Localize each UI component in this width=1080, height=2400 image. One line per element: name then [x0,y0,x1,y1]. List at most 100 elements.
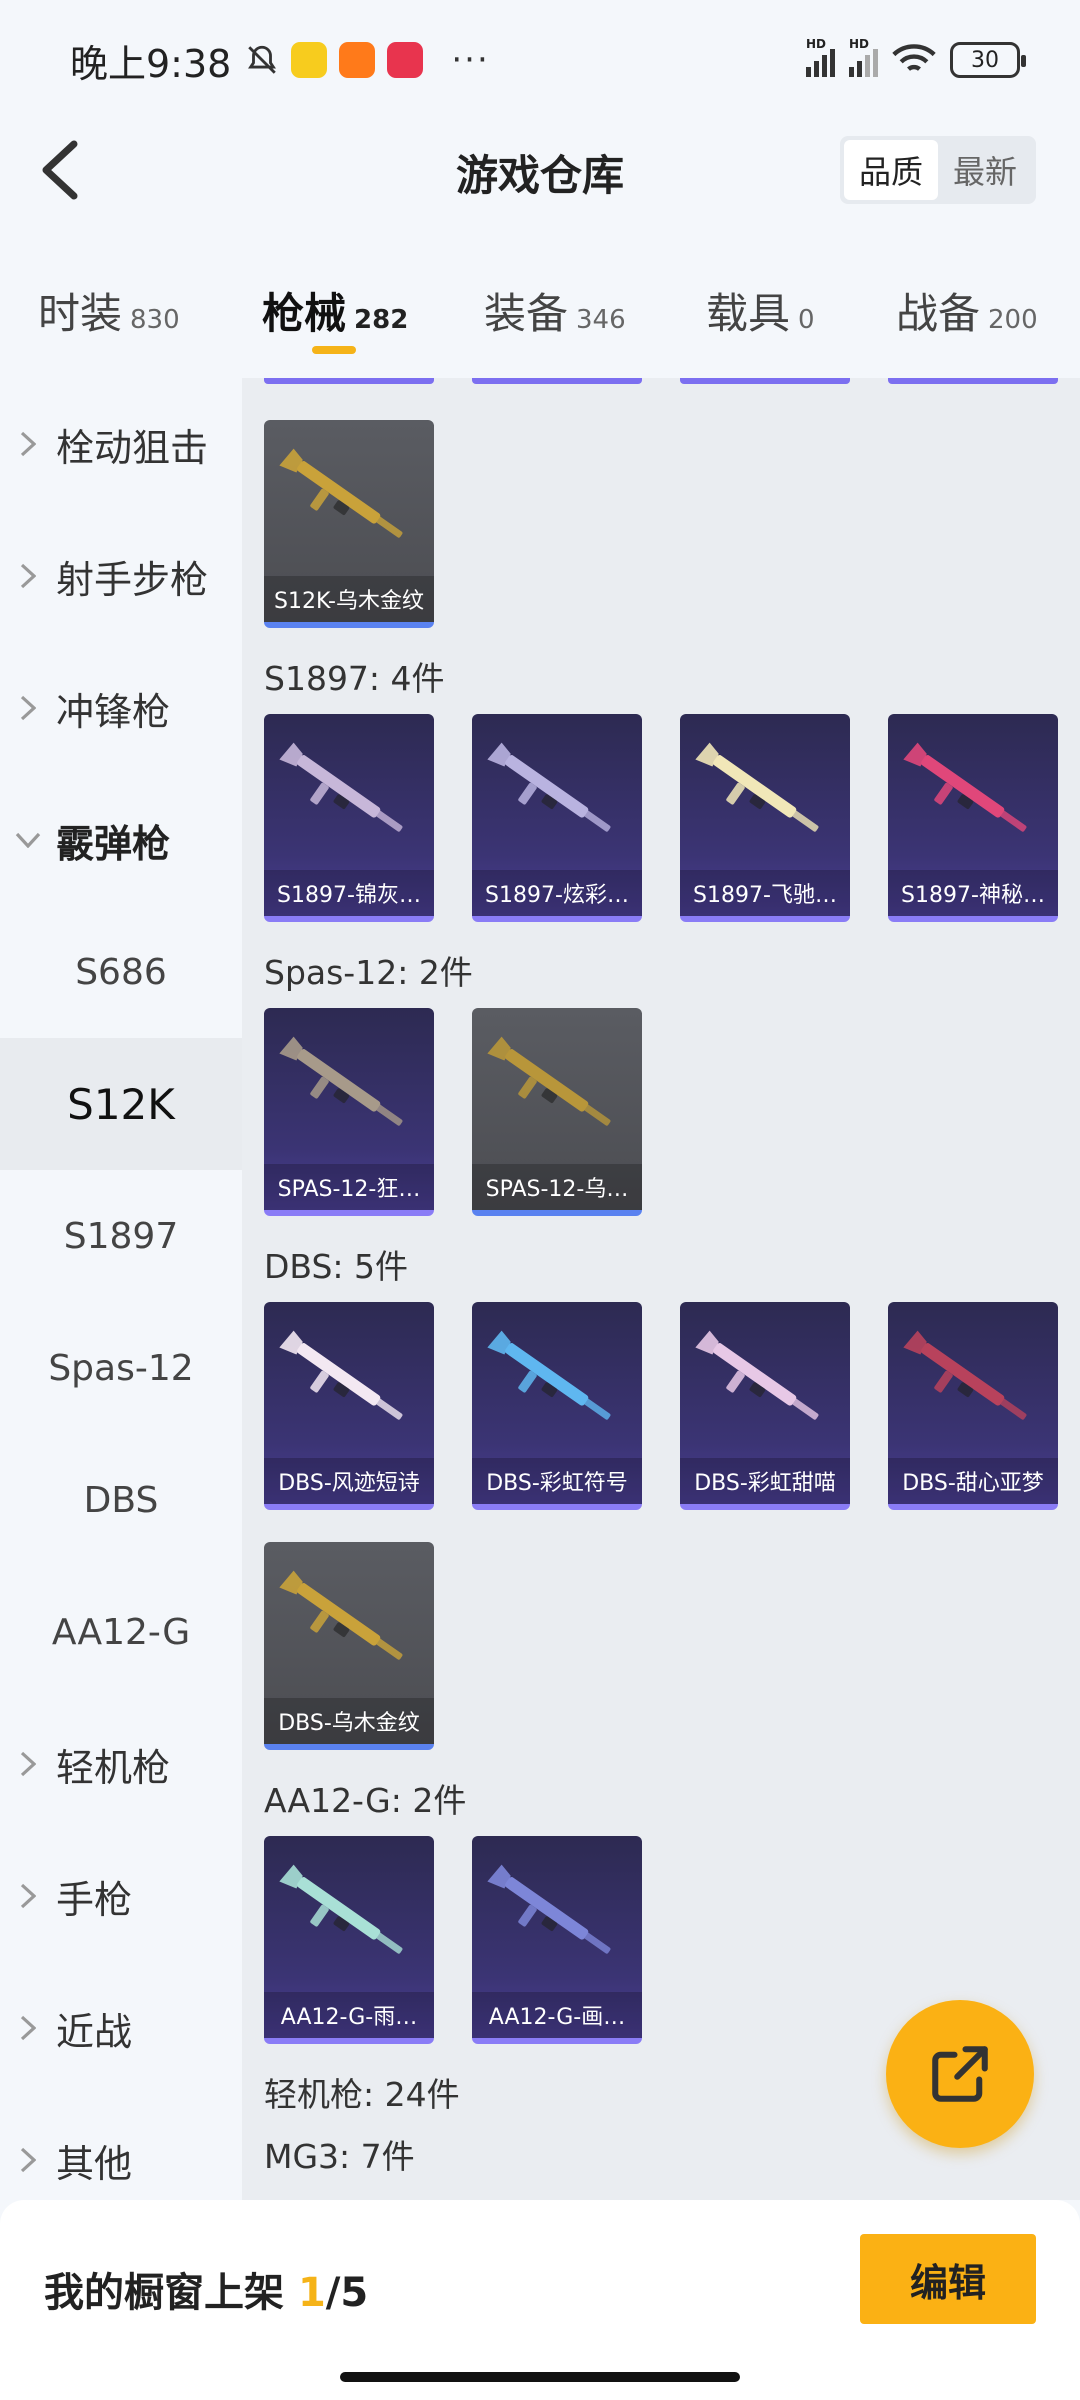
tab-supplies[interactable]: 战备 200 [896,280,1038,341]
weapon-skin-card[interactable]: DBS-乌木金纹 [264,1542,434,1750]
weapon-skin-name-bar: DBS-彩虹符号 [472,1458,642,1504]
weapon-skin-name-bar: DBS-乌木金纹 [264,1698,434,1744]
weapon-skin-card[interactable]: S1897-炫彩… [472,714,642,922]
signal-icon: HD [806,37,835,77]
sidebar-subitem-s686[interactable]: S686 [0,906,242,1038]
app-header: 游戏仓库 品质 最新 [0,120,1080,220]
weapon-skin-name: S1897-锦灰… [277,883,421,908]
group-title: 轻机枪: 24件 [264,2075,460,2114]
tab-count: 0 [798,305,815,335]
sidebar-item-melee[interactable]: 近战 [0,1962,242,2094]
weapon-skin-name: DBS-风迹短诗 [278,1471,420,1496]
weapon-skin-card[interactable]: SPAS-12-乌… [472,1008,642,1216]
weapon-skin-name-bar: S1897-飞驰… [680,870,850,916]
sort-toggle: 品质 最新 [840,136,1036,204]
tab-count: 346 [576,305,626,335]
weapon-skin-name-bar: S12K-乌木金纹 [264,576,434,622]
weapon-skin-card[interactable]: S1897-锦灰… [264,714,434,922]
weapon-skin-card[interactable]: S1897-飞驰… [680,714,850,922]
chevron-right-icon [20,431,36,457]
weapon-skin-card[interactable]: DBS-风迹短诗 [264,1302,434,1510]
app-notification-icon-yellow [291,42,328,78]
weapon-skin-card[interactable]: DBS-彩虹符号 [472,1302,642,1510]
weapon-skin-name: SPAS-12-狂… [277,1177,421,1202]
weapon-skin-name: S1897-飞驰… [693,883,837,908]
weapon-skin-card[interactable]: AA12-G-画… [472,1836,642,2044]
weapon-skin-card[interactable]: SPAS-12-狂… [264,1008,434,1216]
weapon-image-icon [903,1330,1027,1420]
sidebar-item-marksman-rifle[interactable]: 射手步枪 [0,510,242,642]
sidebar-item-pistol[interactable]: 手枪 [0,1830,242,1962]
weapon-image-icon [903,742,1027,832]
battery-icon: 30 [950,42,1026,78]
tab-weapons[interactable]: 枪械 282 [262,280,408,341]
tab-count: 282 [354,305,409,335]
sort-option-quality[interactable]: 品质 [844,140,938,200]
chevron-right-icon [20,1883,36,1909]
sidebar-subitem-aa12g[interactable]: AA12-G [0,1566,242,1698]
status-time: 晚上9:38 [70,41,232,86]
status-system-icons: HD HD 30 [806,37,1026,78]
sidebar-item-label: 射手步枪 [56,557,209,602]
weapon-skin-card[interactable]: S1897-神秘… [888,714,1058,922]
group-title: Spas-12: 2件 [264,953,473,992]
weapon-image-icon [279,448,403,538]
sidebar-subitem-s12k[interactable]: S12K [0,1038,242,1170]
edit-button[interactable]: 编辑 [860,2234,1036,2324]
app-notification-icon-orange [339,42,376,78]
tab-label: 战备 [896,289,981,338]
weapon-image-icon [279,1330,403,1420]
weapon-skin-card[interactable]: S12K-乌木金纹 [264,420,434,628]
weapon-category-sidebar: 栓动狙击 射手步枪 冲锋枪 霰弹枪 S686 S12K S1897 Spas-1… [0,378,242,2200]
weapon-skin-name-bar: DBS-彩虹甜喵 [680,1458,850,1504]
group-title: DBS: 5件 [264,1247,409,1286]
hd-label: HD [849,37,870,51]
sidebar-item-bolt-action-sniper[interactable]: 栓动狙击 [0,378,242,510]
home-indicator[interactable] [340,2372,740,2382]
weapon-image-icon [279,1864,403,1954]
chevron-down-icon [15,832,41,848]
tab-label: 载具 [706,289,791,338]
sidebar-item-lmg[interactable]: 轻机枪 [0,1698,242,1830]
sidebar-item-shotgun[interactable]: 霰弹枪 [0,774,242,906]
weapon-skin-card[interactable]: DBS-彩虹甜喵 [680,1302,850,1510]
tab-fashion[interactable]: 时装 830 [38,280,180,341]
sidebar-item-other[interactable]: 其他 [0,2094,242,2200]
showcase-bar: 我的橱窗上架 1/5 编辑 [0,2200,1080,2400]
group-title: AA12-G: 2件 [264,1781,467,1820]
weapon-skin-card[interactable]: AA12-G-雨… [264,1836,434,2044]
tab-label: 装备 [484,289,569,338]
sidebar-item-smg[interactable]: 冲锋枪 [0,642,242,774]
share-out-icon [932,2046,988,2102]
weapon-skin-name-bar: DBS-甜心亚梦 [888,1458,1058,1504]
sort-option-newest[interactable]: 最新 [938,140,1032,200]
tab-label: 时装 [38,289,123,338]
hd-label: HD [806,37,827,51]
group-title: S1897: 4件 [264,659,445,698]
sidebar-item-label: 栓动狙击 [56,425,209,470]
sidebar-item-label: 近战 [56,2009,133,2054]
tab-vehicles[interactable]: 载具 0 [706,280,815,341]
share-button[interactable] [886,2000,1034,2148]
showcase-total: /5 [325,2270,369,2316]
weapon-skin-name: S1897-神秘… [901,883,1045,908]
sidebar-subitem-s1897[interactable]: S1897 [0,1170,242,1302]
sidebar-item-label: 冲锋枪 [56,689,171,734]
chevron-right-icon [20,2147,36,2173]
status-notification-icons: ··· [245,40,489,80]
weapon-skin-name: DBS-彩虹符号 [486,1471,628,1496]
signal-icon: HD [849,37,878,77]
weapon-image-icon [695,1330,819,1420]
showcase-count: 我的橱窗上架 1/5 [44,2260,368,2318]
previous-row-card-edges [242,378,1080,392]
weapon-skin-card[interactable]: DBS-甜心亚梦 [888,1302,1058,1510]
more-notifications-icon: ··· [451,40,490,80]
weapon-image-icon [279,1036,403,1126]
tab-count: 830 [130,305,180,335]
sidebar-subitem-dbs[interactable]: DBS [0,1434,242,1566]
weapon-image-icon [487,1036,611,1126]
tab-equipment[interactable]: 装备 346 [484,280,626,341]
app-notification-icon-red [387,42,424,78]
chevron-right-icon [20,1751,36,1777]
sidebar-subitem-spas12[interactable]: Spas-12 [0,1302,242,1434]
